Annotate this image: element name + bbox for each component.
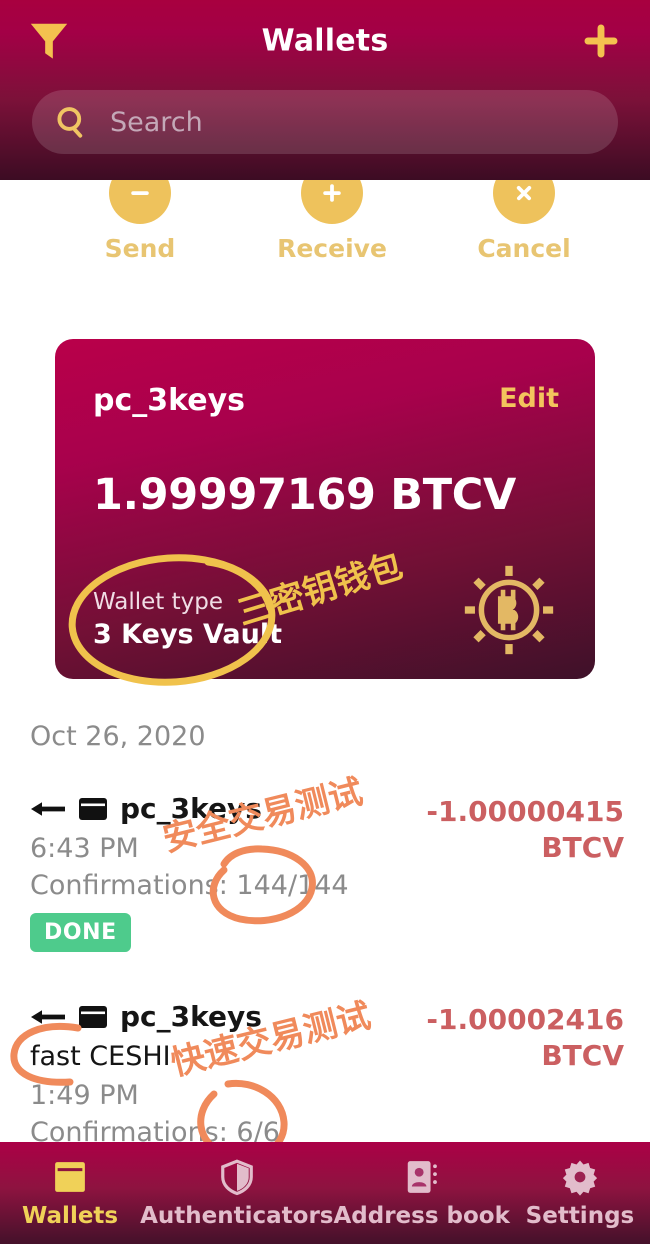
- bottom-tab-bar: Wallets Authenticators Address book Sett…: [0, 1142, 650, 1244]
- wallet-card-footer: Wallet type 3 Keys Vault: [55, 520, 595, 655]
- search-input[interactable]: [90, 106, 596, 138]
- cancel-button-label: Cancel: [477, 234, 571, 263]
- status-badge: DONE: [30, 913, 131, 952]
- shield-icon: [220, 1158, 253, 1195]
- tab-authenticators-label: Authenticators: [140, 1202, 334, 1229]
- tab-authenticators[interactable]: Authenticators: [140, 1158, 333, 1229]
- tab-address-book[interactable]: Address book: [333, 1158, 510, 1229]
- plus-icon[interactable]: [578, 18, 624, 64]
- wallet-card-balance: 1.99997169 BTCV: [93, 470, 517, 520]
- transaction-row[interactable]: pc_3keys fast CESHI 1:49 PM Confirmation…: [0, 952, 650, 1142]
- arrow-left-icon: [31, 801, 65, 816]
- receive-button-circle: [301, 180, 363, 224]
- app-header: Wallets: [0, 0, 650, 180]
- transaction-title-row: pc_3keys: [30, 1000, 280, 1033]
- wallet-actions-row: Send Receive Cancel: [0, 180, 650, 263]
- page-title: Wallets: [261, 23, 389, 59]
- transaction-title-row: pc_3keys: [30, 792, 349, 825]
- transaction-amount-value: -1.00002416: [426, 1003, 624, 1036]
- scroll-content[interactable]: Send Receive Cancel pc_3keys Edit 1.9999…: [0, 180, 650, 1142]
- transaction-amount-currency: BTCV: [541, 830, 624, 864]
- transaction-details: pc_3keys fast CESHI 1:49 PM Confirmation…: [30, 1000, 280, 1142]
- plus-icon: [323, 184, 341, 202]
- receive-button-label: Receive: [277, 234, 387, 263]
- transaction-wallet-name: pc_3keys: [120, 792, 262, 825]
- send-button-label: Send: [104, 234, 176, 263]
- wallet-icon: [55, 1161, 85, 1192]
- cancel-button-circle: [493, 180, 555, 224]
- tab-settings-label: Settings: [525, 1202, 635, 1229]
- wallet-card-icon: [79, 1005, 107, 1028]
- wallet-card-header: pc_3keys Edit: [55, 339, 595, 418]
- arrow-left-icon: [31, 1009, 65, 1024]
- cancel-button[interactable]: Cancel: [476, 180, 572, 263]
- transaction-confirmations: Confirmations: 6/6: [30, 1117, 280, 1142]
- tab-settings[interactable]: Settings: [510, 1158, 650, 1229]
- wallet-card-edit-button[interactable]: Edit: [499, 383, 559, 414]
- tab-address-book-label: Address book: [333, 1202, 510, 1229]
- tab-wallets-label: Wallets: [21, 1202, 119, 1229]
- transaction-amount-currency: BTCV: [541, 1038, 624, 1072]
- wallet-card-icon: [79, 797, 107, 820]
- close-x-icon: [516, 185, 532, 201]
- bitcoin-vault-logo-icon: [464, 565, 554, 655]
- header-bar: Wallets: [0, 0, 650, 82]
- transaction-amount: -1.00000415 BTCV: [426, 792, 624, 952]
- transaction-date-header: Oct 26, 2020: [30, 721, 206, 752]
- minus-icon: [131, 191, 149, 195]
- gear-icon: [562, 1160, 598, 1196]
- wallet-card[interactable]: pc_3keys Edit 1.99997169 BTCV Wallet typ…: [55, 339, 595, 679]
- transaction-details: pc_3keys 6:43 PM Confirmations: 144/144 …: [30, 792, 349, 952]
- transaction-time: 6:43 PM: [30, 833, 139, 864]
- tab-wallets[interactable]: Wallets: [0, 1158, 140, 1229]
- search-icon: [57, 107, 83, 138]
- address-book-icon: [407, 1160, 437, 1193]
- transaction-row[interactable]: pc_3keys 6:43 PM Confirmations: 144/144 …: [0, 752, 650, 952]
- wallet-type-block: Wallet type 3 Keys Vault: [93, 589, 282, 650]
- search-box[interactable]: [32, 90, 618, 154]
- filter-funnel-icon[interactable]: [26, 18, 72, 64]
- send-button[interactable]: Send: [92, 180, 188, 263]
- wallet-type-label: Wallet type: [93, 589, 224, 615]
- transaction-amount-value: -1.00000415: [426, 795, 624, 828]
- transaction-wallet-name: pc_3keys: [120, 1000, 262, 1033]
- wallet-card-name: pc_3keys: [93, 383, 246, 418]
- transaction-confirmations: Confirmations: 144/144: [30, 870, 349, 901]
- transaction-amount: -1.00002416 BTCV: [426, 1000, 624, 1142]
- transaction-memo: fast CESHI: [30, 1041, 171, 1072]
- send-button-circle: [109, 180, 171, 224]
- receive-button[interactable]: Receive: [277, 180, 387, 263]
- wallet-type-value: 3 Keys Vault: [93, 619, 283, 650]
- transaction-time: 1:49 PM: [30, 1080, 139, 1111]
- wallets-screen: Send Receive Cancel pc_3keys Edit 1.9999…: [0, 0, 650, 1244]
